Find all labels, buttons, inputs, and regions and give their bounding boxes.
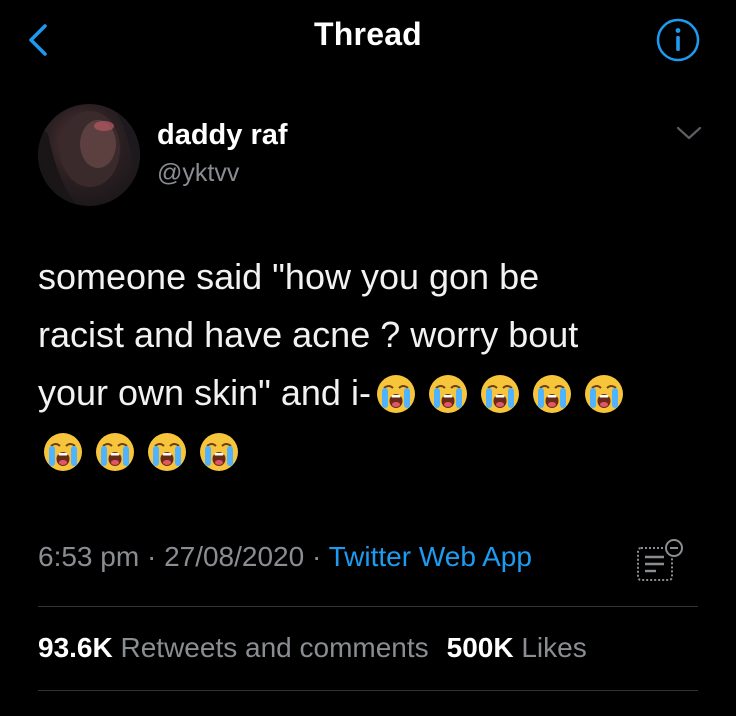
tweet-metadata: 6:53 pm · 27/08/2020 · Twitter Web App <box>38 541 532 573</box>
loudly-crying-face-icon <box>200 433 238 471</box>
separator: · <box>139 541 165 572</box>
loudly-crying-face-icon <box>428 375 467 413</box>
loudly-crying-face-icon <box>480 375 519 413</box>
info-icon[interactable] <box>654 16 702 64</box>
loudly-crying-face-icon <box>44 433 82 471</box>
author-name[interactable]: daddy raf <box>157 119 288 152</box>
loudly-crying-face-icon <box>148 433 186 471</box>
author-handle[interactable]: @yktvv <box>157 159 239 188</box>
avatar-image <box>38 104 140 206</box>
divider <box>38 606 698 607</box>
separator: · <box>304 541 329 572</box>
loudly-crying-face-icon <box>584 375 623 413</box>
tweet-line-text: your own skin" and i- <box>38 372 371 413</box>
tweet-date: 27/08/2020 <box>164 541 305 572</box>
retweets-label: Retweets and comments <box>120 632 429 663</box>
likes-stat[interactable]: 500K Likes <box>447 632 587 664</box>
tweet-line: someone said "how you gon be <box>38 256 540 297</box>
avatar[interactable] <box>38 104 140 206</box>
retweets-count: 93.6K <box>38 632 113 663</box>
nav-bar: Thread <box>0 0 736 76</box>
source-app-link[interactable]: Twitter Web App <box>329 541 532 572</box>
retweets-stat[interactable]: 93.6K Retweets and comments <box>38 632 429 664</box>
divider <box>38 690 698 691</box>
tweet-time: 6:53 pm <box>38 541 140 572</box>
tweet-stats: 93.6K Retweets and comments 500K Likes <box>38 632 605 664</box>
tweet-line: racist and have acne ? worry bout <box>38 314 579 355</box>
analytics-icon[interactable] <box>634 538 686 584</box>
loudly-crying-face-icon <box>532 375 571 413</box>
likes-count: 500K <box>446 632 514 663</box>
tweet-text: someone said "how you gon be racist and … <box>38 248 708 480</box>
chevron-down-icon[interactable] <box>674 122 704 144</box>
page-title: Thread <box>314 16 422 52</box>
tweet-line <box>38 422 708 480</box>
tweet-line: your own skin" and i- <box>38 364 708 422</box>
loudly-crying-face-icon <box>96 433 134 471</box>
likes-label: Likes <box>521 632 587 663</box>
loudly-crying-face-icon <box>376 375 415 413</box>
